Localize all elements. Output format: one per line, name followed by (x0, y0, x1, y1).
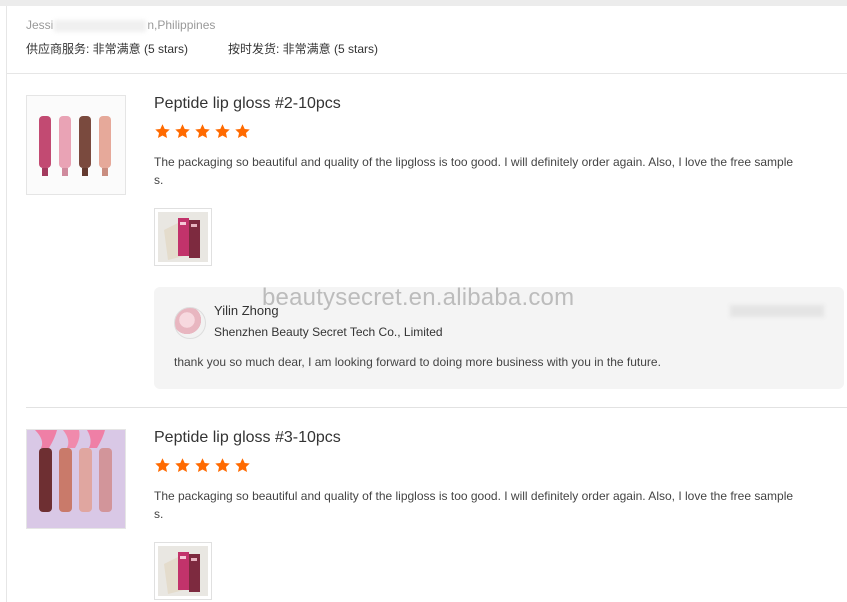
star-icon (155, 124, 170, 139)
review-comment: The packaging so beautiful and quality o… (154, 155, 794, 187)
star-icon (195, 458, 210, 473)
star-rating (154, 457, 251, 474)
review-item: Peptide lip gloss #2-10pcs The packaging… (26, 95, 847, 395)
top-bar (0, 0, 847, 6)
reply-author-name: Yilin Zhong (214, 303, 279, 318)
review-photo[interactable] (154, 542, 212, 600)
divider (6, 73, 847, 74)
reviewer-info: Jessi n,Philippines (26, 16, 378, 34)
star-icon (155, 458, 170, 473)
star-icon (235, 458, 250, 473)
reviewer-name: Jessi (26, 18, 54, 32)
product-thumbnail[interactable] (26, 95, 126, 195)
review-comment: The packaging so beautiful and quality o… (154, 489, 794, 521)
star-icon (175, 458, 190, 473)
product-thumbnail[interactable] (26, 429, 126, 529)
on-time-shipping-rating: 按时发货: 非常满意 (5 stars) (228, 42, 379, 56)
star-icon (215, 124, 230, 139)
star-icon (235, 124, 250, 139)
supplier-service-rating: 供应商服务: 非常满意 (5 stars) (26, 42, 189, 56)
redacted-text (54, 19, 147, 32)
review-item: Peptide lip gloss #3-10pcs The packaging… (26, 429, 847, 602)
review-photo[interactable] (154, 208, 212, 266)
star-icon (215, 458, 230, 473)
star-icon (195, 124, 210, 139)
reply-text: thank you so much dear, I am looking for… (174, 355, 661, 369)
supplier-ratings: 供应商服务: 非常满意 (5 stars) 按时发货: 非常满意 (5 star… (26, 40, 378, 57)
product-title[interactable]: Peptide lip gloss #2-10pcs (154, 95, 341, 113)
product-title[interactable]: Peptide lip gloss #3-10pcs (154, 429, 341, 447)
reviewer-location: n,Philippines (147, 18, 216, 32)
review-header: Jessi n,Philippines 供应商服务: 非常满意 (5 stars)… (26, 16, 378, 57)
left-border (6, 6, 7, 602)
review-divider (26, 407, 847, 408)
star-rating (154, 123, 251, 140)
star-icon (175, 124, 190, 139)
avatar (174, 307, 206, 339)
reply-company: Shenzhen Beauty Secret Tech Co., Limited (214, 325, 443, 339)
seller-reply: Yilin Zhong Shenzhen Beauty Secret Tech … (154, 287, 844, 389)
redacted-date (730, 305, 824, 317)
